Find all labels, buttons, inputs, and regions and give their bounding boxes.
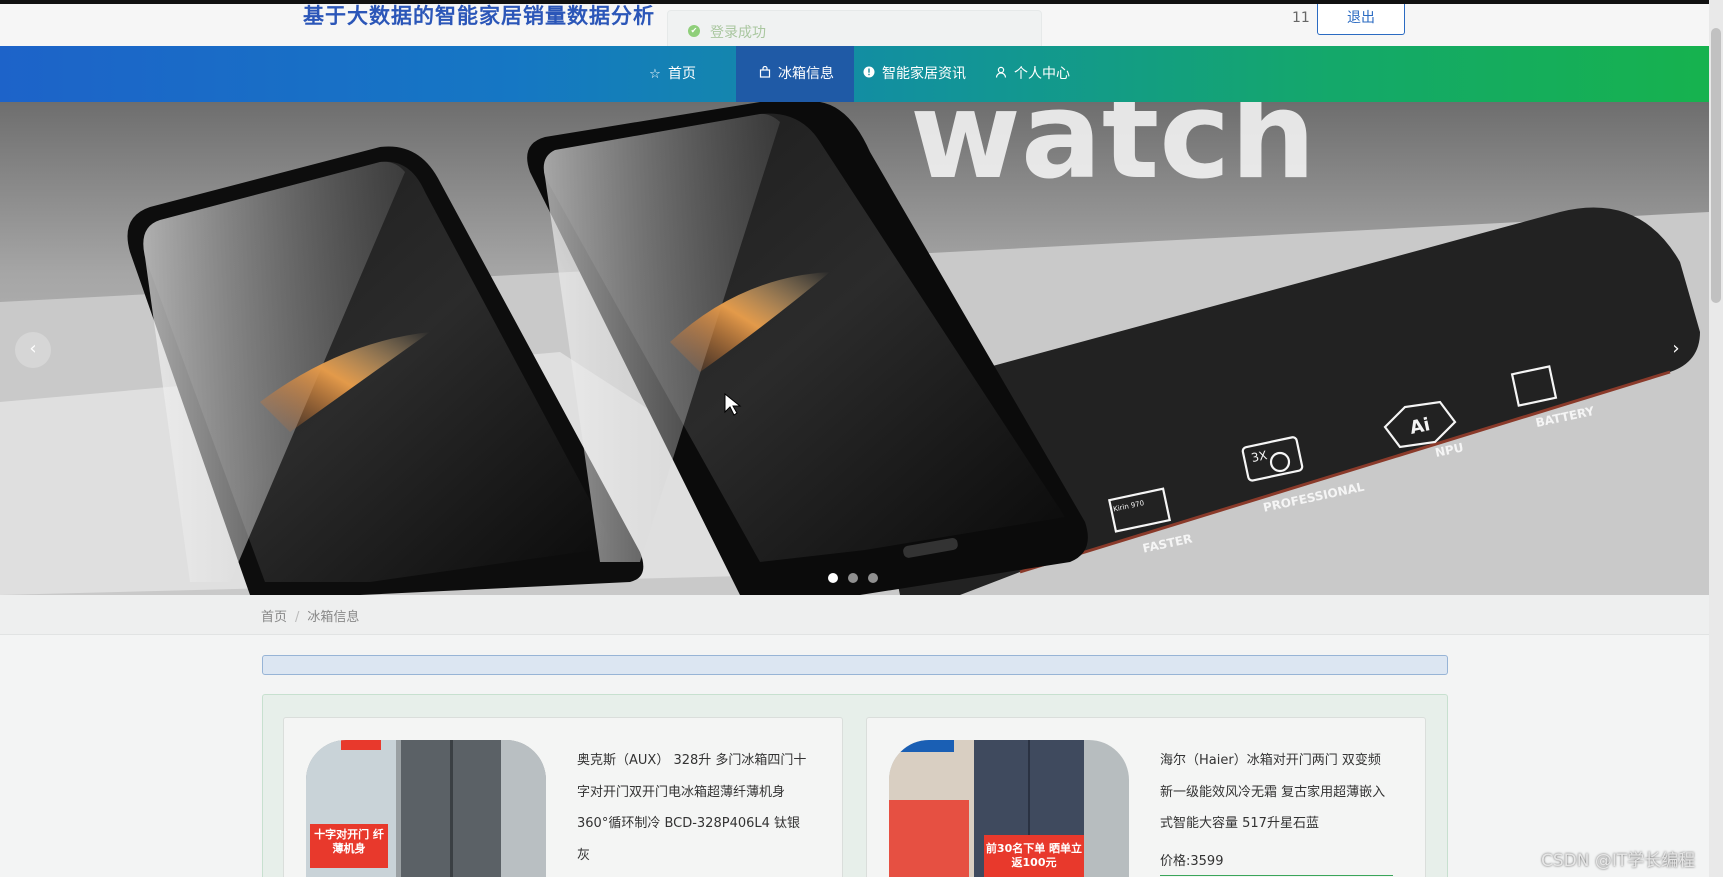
search-bar[interactable]: [262, 655, 1448, 675]
toast-message: 登录成功: [710, 25, 766, 41]
main-nav: ☆ 首页 冰箱信息 智能家居资讯 个人中心: [0, 46, 1709, 102]
carousel-dot-2[interactable]: [848, 573, 858, 583]
info-icon: [862, 47, 876, 103]
username-label: 11: [1292, 10, 1310, 26]
top-header: 基于大数据的智能家居销量数据分析 ✔ 登录成功 11 退出: [0, 0, 1709, 50]
carousel-dot-1[interactable]: [828, 573, 838, 583]
carousel-dot-3[interactable]: [868, 573, 878, 583]
banner-carousel[interactable]: watch Mate: [0, 102, 1709, 595]
page-scrollbar[interactable]: [1709, 0, 1723, 877]
product-name[interactable]: 奥克斯（AUX） 328升 多门冰箱四门十字对开门双开门电冰箱超薄纤薄机身 36…: [577, 745, 812, 871]
breadcrumb-bar: 首页 / 冰箱信息: [0, 595, 1709, 635]
user-icon: [994, 47, 1008, 103]
bag-icon: [758, 47, 772, 103]
product-card[interactable]: 前30名下单 晒单立返100元 海尔（Haier）冰箱对开门两门 双变频 新一级…: [866, 717, 1426, 877]
ai-label: Ai: [1408, 414, 1432, 439]
nav-item-label: 冰箱信息: [778, 66, 834, 82]
scrollbar-thumb[interactable]: [1711, 28, 1721, 303]
login-success-toast: ✔ 登录成功: [667, 10, 1042, 50]
check-circle-icon: ✔: [688, 25, 700, 37]
product-list: 十字对开门 纤薄机身 奥克斯（AUX） 328升 多门冰箱四门十字对开门双开门电…: [262, 694, 1448, 877]
carousel-prev-button[interactable]: ‹: [15, 332, 51, 368]
svg-text:watch: watch: [910, 102, 1316, 206]
breadcrumb-home[interactable]: 首页: [261, 610, 287, 625]
product-image[interactable]: 十字对开门 纤薄机身: [306, 740, 546, 877]
nav-item-fridge-info[interactable]: 冰箱信息: [736, 46, 854, 102]
watermark: CSDN @IT学长编程: [1541, 851, 1696, 871]
banner-image: watch Mate: [0, 102, 1709, 595]
breadcrumb: 首页 / 冰箱信息: [261, 606, 359, 625]
carousel-next-button[interactable]: ›: [1658, 332, 1694, 368]
nav-item-home[interactable]: ☆ 首页: [648, 46, 696, 102]
carousel-indicators: [828, 568, 888, 587]
nav-item-personal-center[interactable]: 个人中心: [994, 46, 1070, 102]
logout-button[interactable]: 退出: [1317, 4, 1405, 35]
product-name[interactable]: 海尔（Haier）冰箱对开门两门 双变频 新一级能效风冷无霜 复古家用超薄嵌入式…: [1160, 745, 1395, 840]
product-image[interactable]: 前30名下单 晒单立返100元: [889, 740, 1129, 877]
site-title: 基于大数据的智能家居销量数据分析: [303, 4, 655, 28]
product-price: 价格:3599: [1160, 850, 1393, 876]
nav-item-label: 个人中心: [1014, 66, 1070, 82]
nav-item-label: 首页: [668, 66, 696, 82]
product-card[interactable]: 十字对开门 纤薄机身 奥克斯（AUX） 328升 多门冰箱四门十字对开门双开门电…: [283, 717, 843, 877]
star-icon: ☆: [649, 67, 661, 82]
nav-item-label: 智能家居资讯: [882, 66, 966, 82]
nav-item-smart-home-news[interactable]: 智能家居资讯: [862, 46, 966, 102]
page: 基于大数据的智能家居销量数据分析 ✔ 登录成功 11 退出 ☆ 首页 冰箱信息 智…: [0, 0, 1709, 877]
breadcrumb-separator: /: [295, 610, 300, 625]
product-badge: 前30名下单 晒单立返100元: [985, 842, 1083, 869]
product-badge: 十字对开门 纤薄机身: [314, 828, 384, 855]
breadcrumb-current: 冰箱信息: [307, 610, 360, 625]
